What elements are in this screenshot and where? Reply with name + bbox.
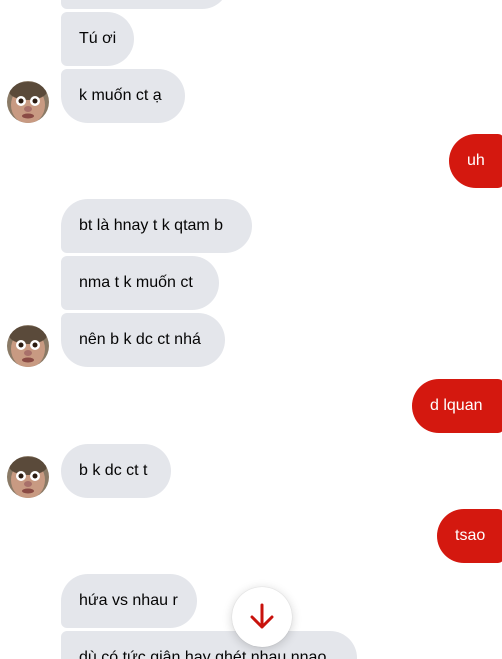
message-text: k muốn ct ạ — [79, 87, 162, 104]
message-text: Tú ơi — [79, 30, 117, 47]
message-text: uh — [467, 152, 485, 169]
scroll-to-bottom-button[interactable] — [232, 587, 292, 647]
avatar-image — [7, 81, 49, 123]
message-incoming[interactable]: dù có tức giận hay ghét nhau nnao — [61, 631, 357, 659]
message-text: tsao — [455, 527, 486, 544]
contact-avatar[interactable] — [7, 81, 49, 123]
message-incoming[interactable]: nma t k muốn ct — [61, 256, 219, 310]
message-text: nma t k muốn ct — [79, 274, 193, 291]
message-text: dù có tức giận hay ghét nhau nnao — [79, 649, 327, 659]
message-incoming[interactable]: hứa vs nhau r — [61, 574, 197, 628]
message-incoming[interactable]: k muốn ct ạ — [61, 69, 185, 123]
avatar-image — [7, 456, 49, 498]
message-incoming[interactable] — [61, 0, 229, 9]
message-incoming[interactable]: bt là hnay t k qtam b — [61, 199, 252, 253]
contact-avatar[interactable] — [7, 325, 49, 367]
message-outgoing[interactable]: tsao — [437, 509, 502, 563]
avatar-image — [7, 325, 49, 367]
message-incoming[interactable]: Tú ơi — [61, 12, 134, 66]
message-text: d lquan — [430, 397, 483, 414]
message-incoming[interactable]: nên b k dc ct nhá — [61, 313, 225, 367]
message-text: hứa vs nhau r — [79, 592, 178, 609]
message-text: b k dc ct t — [79, 462, 148, 479]
message-outgoing[interactable]: d lquan — [412, 379, 502, 433]
message-thread[interactable]: Tú ơi k muốn ct ạ uh bt là hnay t k qtam… — [0, 0, 502, 659]
contact-avatar[interactable] — [7, 456, 49, 498]
message-text: bt là hnay t k qtam b — [79, 217, 224, 234]
message-outgoing[interactable]: uh — [449, 134, 502, 188]
arrow-down-icon — [250, 603, 274, 629]
message-text: nên b k dc ct nhá — [79, 331, 201, 348]
message-incoming[interactable]: b k dc ct t — [61, 444, 171, 498]
